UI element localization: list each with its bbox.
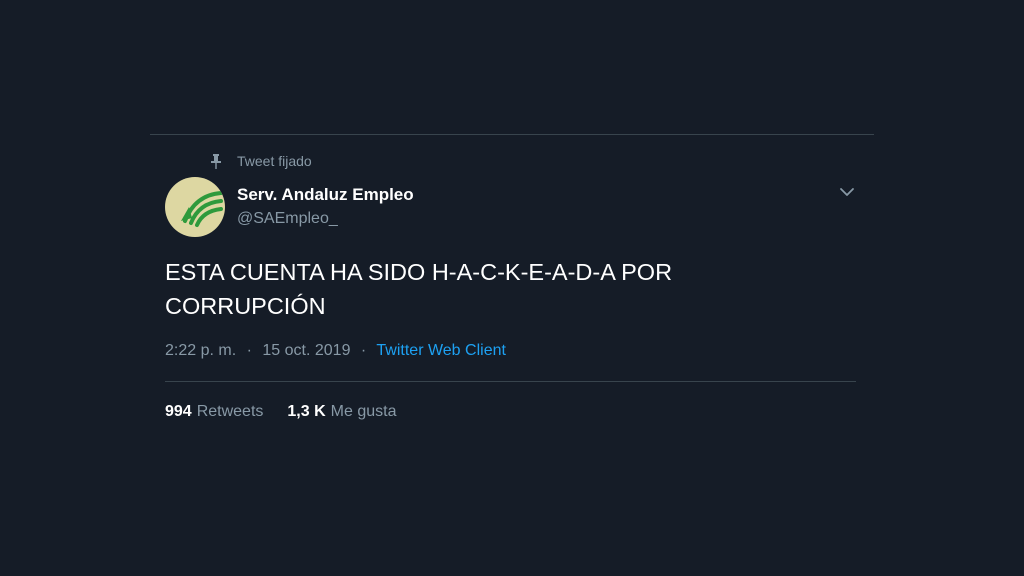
- tweet-meta: 2:22 p. m. · 15 oct. 2019 · Twitter Web …: [165, 342, 506, 360]
- likes-count: 1,3 K: [287, 403, 326, 420]
- stats-divider: [165, 381, 856, 382]
- tweet-date[interactable]: 15 oct. 2019: [262, 342, 350, 359]
- tweet-text-line-2: CORRUPCIÓN: [165, 293, 326, 319]
- tweet-client-link[interactable]: Twitter Web Client: [376, 342, 506, 359]
- avatar[interactable]: [165, 177, 225, 237]
- chevron-down-icon[interactable]: [837, 184, 857, 200]
- retweets-stat[interactable]: 994 Retweets: [165, 403, 263, 421]
- likes-stat[interactable]: 1,3 K Me gusta: [287, 403, 396, 421]
- sae-logo-avatar: [181, 191, 223, 227]
- pinned-tweet-indicator: Tweet fijado: [209, 151, 312, 171]
- author-handle[interactable]: @SAEmpleo_: [237, 210, 338, 228]
- retweets-count: 994: [165, 403, 192, 420]
- pinned-label: Tweet fijado: [237, 153, 312, 169]
- tweet-text: ESTA CUENTA HA SIDO H-A-C-K-E-A-D-A POR …: [165, 255, 805, 323]
- tweet-time[interactable]: 2:22 p. m.: [165, 342, 236, 359]
- tweet-stats: 994 Retweets 1,3 K Me gusta: [165, 403, 396, 421]
- meta-separator-1: ·: [246, 342, 252, 359]
- tweet-text-line-1: ESTA CUENTA HA SIDO H-A-C-K-E-A-D-A POR: [165, 259, 673, 285]
- author-name[interactable]: Serv. Andaluz Empleo: [237, 185, 414, 205]
- meta-separator-2: ·: [360, 342, 367, 359]
- likes-label: Me gusta: [330, 403, 397, 420]
- retweets-label: Retweets: [196, 403, 264, 420]
- pin-icon: [209, 153, 223, 169]
- top-divider: [150, 134, 874, 135]
